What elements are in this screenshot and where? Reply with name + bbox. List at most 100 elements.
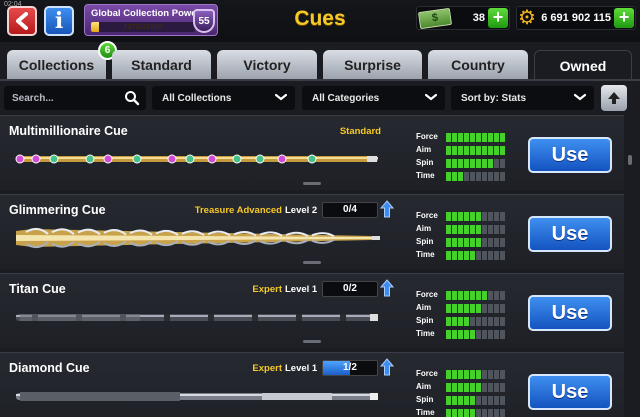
use-cue-button[interactable]: Use — [528, 295, 612, 331]
use-cue-button[interactable]: Use — [528, 216, 612, 252]
add-coins-button[interactable]: + — [614, 8, 634, 28]
coin-value: 6 691 902 115 — [541, 12, 611, 24]
back-arrow-icon — [16, 12, 28, 30]
stat-segment — [470, 212, 475, 221]
stat-row-force: Force — [416, 289, 506, 302]
stat-segment — [470, 251, 475, 260]
upgrade-arrow-icon[interactable] — [379, 279, 395, 297]
stat-row-time: Time — [416, 407, 506, 417]
use-cue-button[interactable]: Use — [528, 374, 612, 410]
stat-segment — [446, 383, 451, 392]
stat-segment — [452, 383, 457, 392]
cue-category: Treasure Advanced — [194, 205, 282, 216]
cue-card: Multimillionaire Cue Standard Force Aim Spin… — [0, 115, 624, 190]
tab-victory[interactable]: Victory — [217, 50, 317, 80]
stat-segment — [470, 370, 475, 379]
stat-segment — [500, 212, 505, 221]
stat-segment — [458, 409, 463, 417]
collections-dropdown[interactable]: All Collections — [152, 86, 295, 110]
search-icon[interactable] — [124, 90, 140, 106]
search-input[interactable] — [4, 86, 122, 110]
stat-segment — [494, 251, 499, 260]
info-icon: i — [54, 8, 64, 34]
stat-label: Aim — [416, 224, 432, 233]
stat-label: Spin — [416, 395, 434, 404]
use-cue-button[interactable]: Use — [528, 137, 612, 173]
collection-power-bar: 1372/18200 — [91, 22, 195, 32]
stat-segment — [446, 317, 451, 326]
tab-country[interactable]: Country — [428, 50, 528, 80]
stat-segment — [482, 212, 487, 221]
stat-segment — [488, 396, 493, 405]
upgrade-arrow-icon[interactable] — [379, 358, 395, 376]
add-cash-button[interactable]: + — [488, 8, 508, 28]
stat-segment — [482, 225, 487, 234]
tab-owned[interactable]: Owned — [534, 50, 632, 80]
stat-row-spin: Spin — [416, 315, 506, 328]
stat-segment — [458, 317, 463, 326]
upgrade-progress: 0/4 — [322, 202, 378, 218]
cue-level: Level 2 — [285, 205, 318, 216]
cue-name: Glimmering Cue — [9, 203, 106, 217]
stat-segment — [470, 383, 475, 392]
collection-power-label: Global Collection Power — [91, 8, 201, 19]
sort-order-button[interactable] — [601, 85, 627, 111]
stat-segment — [476, 370, 481, 379]
stat-segment — [482, 238, 487, 247]
stat-bar-time — [446, 172, 505, 181]
stat-segment — [452, 409, 457, 417]
stat-segment — [470, 238, 475, 247]
tab-surprise[interactable]: Surprise — [323, 50, 422, 80]
stat-segment — [500, 317, 505, 326]
stat-segment — [488, 383, 493, 392]
stat-segment — [464, 304, 469, 313]
info-button[interactable]: i — [44, 6, 74, 36]
tab-standard[interactable]: Standard — [112, 50, 211, 80]
tab-label: Collections — [18, 57, 95, 73]
stat-segment — [446, 172, 451, 181]
upgrade-arrow-icon[interactable] — [379, 200, 395, 218]
cash-icon — [417, 7, 453, 30]
scroll-thumb[interactable] — [628, 155, 632, 165]
stat-segment — [470, 409, 475, 417]
stat-segment — [458, 238, 463, 247]
cue-level: Level 1 — [285, 363, 318, 374]
categories-dropdown[interactable]: All Categories — [302, 86, 445, 110]
sort-dropdown[interactable]: Sort by: Stats — [451, 86, 594, 110]
stat-segment — [470, 304, 475, 313]
stat-segment — [464, 238, 469, 247]
stat-segment — [488, 172, 493, 181]
stat-segment — [482, 172, 487, 181]
stat-segment — [446, 238, 451, 247]
stat-segment — [488, 251, 493, 260]
stat-segment — [476, 409, 481, 417]
stat-segment — [500, 330, 505, 339]
stat-segment — [476, 330, 481, 339]
cue-card: Glimmering Cue Treasure Advanced Level 2 0/… — [0, 194, 624, 269]
stat-segment — [494, 146, 499, 155]
stat-segment — [494, 238, 499, 247]
stat-segment — [464, 251, 469, 260]
page-title: Cues — [294, 7, 346, 30]
stat-segment — [464, 330, 469, 339]
stat-segment — [494, 159, 499, 168]
stat-label: Force — [416, 132, 438, 141]
stat-segment — [458, 225, 463, 234]
stat-segment — [476, 212, 481, 221]
stat-segment — [500, 159, 505, 168]
stat-segment — [458, 291, 463, 300]
tab-label: Owned — [559, 57, 607, 74]
stat-segment — [500, 225, 505, 234]
tab-collections[interactable]: Collections 6 — [7, 41, 117, 80]
stat-segment — [494, 172, 499, 181]
list-scrollbar[interactable] — [627, 115, 633, 417]
stat-segment — [458, 212, 463, 221]
stat-segment — [458, 251, 463, 260]
category-tabs: Collections 6 Standard Victory Surprise … — [0, 41, 640, 80]
stat-segment — [464, 317, 469, 326]
back-button[interactable] — [7, 6, 37, 36]
stat-segment — [488, 238, 493, 247]
stat-segment — [494, 330, 499, 339]
stat-label: Force — [416, 211, 438, 220]
collection-power-panel[interactable]: Global Collection Power 1372/18200 55 — [84, 4, 218, 36]
